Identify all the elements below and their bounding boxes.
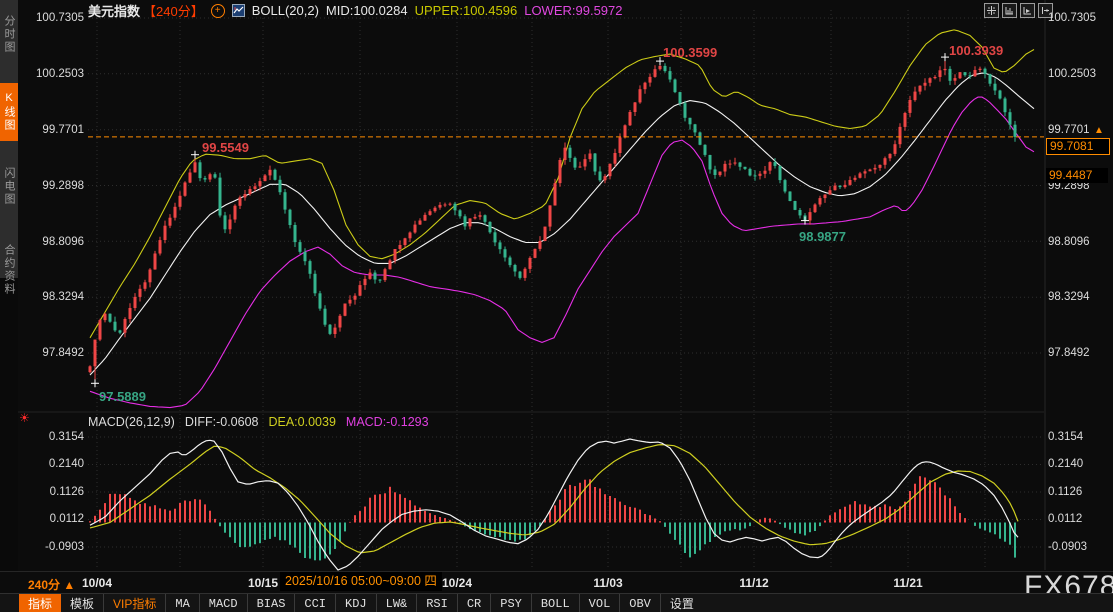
- price-axis-label-left: 98.8096: [22, 235, 84, 249]
- symbol-title: 美元指数: [88, 1, 140, 20]
- chart-scale-icon[interactable]: [1002, 3, 1017, 18]
- macd-header: MACD(26,12,9) DIFF:-0.0608 DEA:0.0039 MA…: [88, 415, 429, 429]
- chart-type-icon[interactable]: [232, 4, 245, 17]
- price-axis-label-left: 99.2898: [22, 179, 84, 193]
- macd-axis-label-left: 0.1126: [22, 485, 84, 499]
- secondary-price-box: 99.4487: [1046, 168, 1108, 183]
- price-axis-label-left: 99.7701: [22, 123, 84, 137]
- boll-lower-value: LOWER:99.5972: [524, 3, 622, 18]
- boll-mid-value: MID:100.0284: [326, 3, 408, 18]
- date-label-1: 10/15: [248, 576, 278, 590]
- sidebar-tab-3[interactable]: 合约资料: [0, 231, 18, 309]
- indicator-toolbar: 指标模板VIP指标MAMACDBIASCCIKDJLW&RSICRPSYBOLL…: [0, 593, 1113, 612]
- macd-axis-label-left: 0.2140: [22, 457, 84, 471]
- price-axis-label-right: 97.8492: [1048, 346, 1090, 360]
- price-axis-label-right: 100.7305: [1048, 11, 1096, 25]
- macd-hist-value: MACD:-0.1293: [346, 415, 429, 429]
- price-annotation-3: 98.9877: [799, 229, 846, 244]
- sidebar-tab-2[interactable]: 闪电图: [0, 157, 18, 215]
- date-label-3: 11/03: [593, 576, 622, 590]
- sidebar-tab-0[interactable]: 分时图: [0, 5, 18, 63]
- current-price-box: 99.7081: [1046, 138, 1110, 155]
- toolbar-item-BOLL[interactable]: BOLL: [532, 594, 580, 612]
- price-annotation-4: 100.3939: [949, 43, 1003, 58]
- toolbar-item-RSI[interactable]: RSI: [417, 594, 458, 612]
- price-axis-label-left: 100.2503: [22, 67, 84, 81]
- toolbar-item-CCI[interactable]: CCI: [295, 594, 336, 612]
- macd-axis-label-right: 0.0112: [1048, 512, 1082, 526]
- macd-params: MACD(26,12,9): [88, 415, 175, 429]
- alert-indicator-icon[interactable]: ☀: [19, 411, 30, 425]
- date-label-4: 11/12: [739, 576, 768, 590]
- price-axis-label-left: 100.7305: [22, 11, 84, 25]
- boll-label: BOLL(20,2): [252, 3, 319, 18]
- time-axis: 240分 ▲ 10/04 10/15 10/24 11/03 11/12 11/21: [0, 571, 1113, 594]
- timeframe-badge[interactable]: 240分 ▲: [28, 576, 75, 593]
- date-label-0: 10/04: [82, 576, 112, 590]
- price-axis-label-right: 99.7701: [1048, 123, 1090, 137]
- macd-axis-label-right: 0.1126: [1048, 485, 1082, 499]
- toolbar-item-VIP指标[interactable]: VIP指标: [104, 594, 166, 612]
- price-up-arrow-icon: ▲: [1094, 125, 1104, 136]
- price-macd-chart[interactable]: [0, 0, 1113, 612]
- price-axis-label-left: 97.8492: [22, 346, 84, 360]
- boll-upper-value: UPPER:100.4596: [415, 3, 518, 18]
- toolbar-item-OBV[interactable]: OBV: [620, 594, 661, 612]
- macd-axis-label-left: 0.3154: [22, 430, 84, 444]
- price-axis-label-right: 100.2503: [1048, 67, 1096, 81]
- toolbar-item-KDJ[interactable]: KDJ: [336, 594, 377, 612]
- toolbar-item-PSY[interactable]: PSY: [491, 594, 532, 612]
- toolbar-item-模板[interactable]: 模板: [61, 594, 104, 612]
- macd-axis-label-left: -0.0903: [22, 540, 84, 554]
- price-annotation-0: 97.5889: [99, 389, 146, 404]
- toolbar-item-MACD[interactable]: MACD: [200, 594, 248, 612]
- chart-play-icon[interactable]: [1020, 3, 1035, 18]
- trading-app-window: 美元指数 【240分】 + BOLL(20,2) MID:100.0284 UP…: [0, 0, 1113, 612]
- toolbar-item-VOL[interactable]: VOL: [580, 594, 621, 612]
- toolbar-item-BIAS[interactable]: BIAS: [248, 594, 296, 612]
- chart-header: 美元指数 【240分】 + BOLL(20,2) MID:100.0284 UP…: [88, 3, 623, 18]
- chart-toolbar-icons: [984, 3, 1053, 18]
- macd-axis-label-right: 0.3154: [1048, 430, 1083, 444]
- toolbar-item-CR[interactable]: CR: [458, 594, 491, 612]
- macd-axis-label-right: 0.2140: [1048, 457, 1083, 471]
- toolbar-item-MA[interactable]: MA: [166, 594, 199, 612]
- price-annotation-1: 99.5549: [202, 140, 249, 155]
- macd-dea-value: DEA:0.0039: [268, 415, 335, 429]
- crosshair-tooltip: 2025/10/16 05:00~09:00 四: [280, 572, 442, 591]
- macd-diff-value: DIFF:-0.0608: [185, 415, 259, 429]
- toolbar-item-设置[interactable]: 设置: [661, 594, 703, 612]
- date-label-2: 10/24: [442, 576, 472, 590]
- crosshair-tool-icon[interactable]: [984, 3, 999, 18]
- price-axis-label-left: 98.3294: [22, 290, 84, 304]
- price-axis-label-right: 98.3294: [1048, 290, 1090, 304]
- toolbar-item-LW&[interactable]: LW&: [377, 594, 418, 612]
- price-axis-label-right: 98.8096: [1048, 235, 1090, 249]
- period-label: 【240分】: [143, 1, 204, 20]
- toolbar-item-指标[interactable]: 指标: [19, 594, 61, 612]
- add-indicator-icon[interactable]: +: [211, 4, 225, 18]
- price-annotation-2: 100.3599: [663, 45, 717, 60]
- macd-axis-label-right: -0.0903: [1048, 540, 1087, 554]
- macd-axis-label-left: 0.0112: [22, 512, 84, 526]
- date-label-5: 11/21: [893, 576, 922, 590]
- sidebar-tab-1[interactable]: K线图: [0, 83, 18, 141]
